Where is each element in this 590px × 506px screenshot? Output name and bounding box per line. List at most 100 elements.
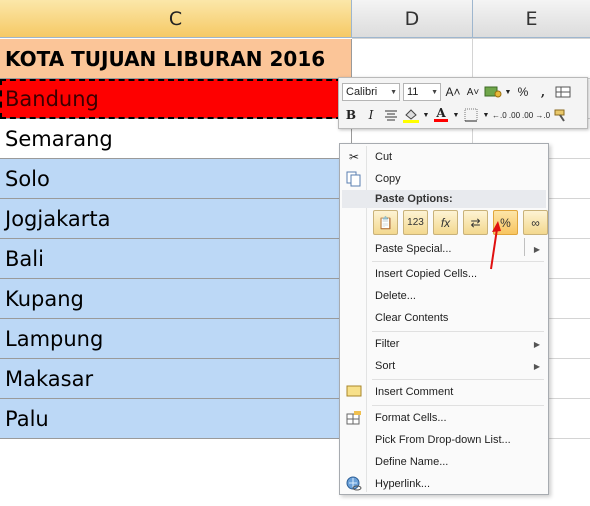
font-color-button[interactable]: A xyxy=(432,106,450,124)
menu-item-label: Filter xyxy=(375,338,400,350)
column-header-d[interactable]: D xyxy=(352,0,473,38)
menu-item-label: Hyperlink... xyxy=(375,478,431,490)
paste-icon[interactable]: 📋 xyxy=(373,210,398,235)
menu-item-filter[interactable]: Filter ▶ xyxy=(342,333,546,355)
city-cell[interactable]: Solo xyxy=(0,159,352,199)
menu-item-paste-special[interactable]: Paste Special... ▶ xyxy=(342,238,546,260)
align-center-icon xyxy=(385,110,397,121)
column-header-c[interactable]: C xyxy=(0,0,352,38)
align-center-button[interactable] xyxy=(382,106,400,124)
menu-item-label: Format Cells... xyxy=(375,412,447,424)
accounting-format-button[interactable] xyxy=(484,83,502,101)
chevron-down-icon[interactable]: ▼ xyxy=(452,106,460,124)
borders-icon xyxy=(464,108,478,122)
menu-item-insert-comment[interactable]: Insert Comment xyxy=(342,381,546,403)
format-grid-icon xyxy=(555,86,571,98)
city-cell[interactable]: Bandung xyxy=(0,79,352,119)
menu-item-label: Copy xyxy=(375,173,401,185)
grow-font-icon: A˄ xyxy=(445,85,461,99)
comment-icon xyxy=(345,383,363,401)
menu-item-label: Define Name... xyxy=(375,456,449,468)
scissors-icon: ✂ xyxy=(348,150,360,164)
menu-item-label: Delete... xyxy=(375,290,416,302)
column-header-e[interactable]: E xyxy=(473,0,590,38)
menu-item-cut[interactable]: ✂ Cut xyxy=(342,146,546,168)
menu-item-hyperlink[interactable]: Hyperlink... xyxy=(342,473,546,495)
menu-item-label: Clear Contents xyxy=(375,312,449,324)
format-cells-icon xyxy=(345,409,363,427)
font-color-icon: A xyxy=(436,106,446,120)
menu-item-format-cells[interactable]: Format Cells... xyxy=(342,407,546,429)
menu-item-label: Sort xyxy=(375,360,396,372)
city-cell[interactable]: Makasar xyxy=(0,359,352,399)
menu-separator xyxy=(372,379,544,380)
red-arrow-icon xyxy=(490,221,501,270)
paintbrush-icon xyxy=(554,109,565,122)
font-size-value: 11 xyxy=(407,86,419,98)
chevron-down-icon: ▼ xyxy=(390,88,397,96)
paste-options-icons: 📋 123 fx ⇄% ∞ xyxy=(373,210,553,236)
menu-item-label: Cut xyxy=(375,151,393,163)
accounting-icon xyxy=(484,86,502,98)
shrink-font-button[interactable]: A˅ xyxy=(464,83,482,101)
decrease-decimal-icon: .00 →.0 xyxy=(522,110,551,120)
context-menu: ✂ Cut Copy Paste Options: 📋 123 fx ⇄% ∞ Past… xyxy=(339,143,549,495)
menu-separator xyxy=(372,331,544,332)
values-icon[interactable]: 123 xyxy=(403,210,428,235)
paste-link-icon[interactable]: ∞ xyxy=(523,210,548,235)
city-cell[interactable]: Palu xyxy=(0,399,352,439)
table-title-cell[interactable]: KOTA TUJUAN LIBURAN 2016 xyxy=(0,39,352,79)
chevron-down-icon[interactable]: ▼ xyxy=(422,106,430,124)
menu-item-define-name[interactable]: Define Name... xyxy=(342,451,546,473)
city-cell[interactable]: Bali xyxy=(0,239,352,279)
shrink-font-icon: A˅ xyxy=(466,86,480,98)
font-color-swatch xyxy=(434,119,448,122)
menu-item-clear-contents[interactable]: Clear Contents xyxy=(342,307,546,329)
chevron-down-icon: ▼ xyxy=(431,88,438,96)
comma-style-button[interactable]: , xyxy=(534,83,552,101)
formulas-icon[interactable]: fx xyxy=(433,210,458,235)
copy-icon xyxy=(345,170,363,188)
column-header-label: D xyxy=(404,7,420,30)
column-header-label: C xyxy=(168,7,183,30)
chevron-down-icon[interactable]: ▼ xyxy=(482,106,490,124)
decrease-decimal-button[interactable]: .00 →.0 xyxy=(522,106,550,124)
font-name-select[interactable]: Calibri ▼ xyxy=(342,83,400,101)
city-cell[interactable]: Lampung xyxy=(0,319,352,359)
italic-button[interactable]: I xyxy=(362,106,380,124)
menu-item-label: Paste Special... xyxy=(375,243,452,255)
mini-toolbar: Calibri▼ 11▼ A˄ A˅ ▼ % , B I ▼ A ▼ ▼ ← xyxy=(338,77,588,129)
city-cell[interactable]: Jogjakarta xyxy=(0,199,352,239)
italic-icon: I xyxy=(368,108,374,122)
comma-icon: , xyxy=(540,85,546,99)
menu-item-pick-from-dropdown[interactable]: Pick From Drop-down List... xyxy=(342,429,546,451)
menu-separator xyxy=(372,405,544,406)
menu-item-sort[interactable]: Sort ▶ xyxy=(342,355,546,377)
split-divider xyxy=(524,238,525,256)
percent-style-button[interactable]: % xyxy=(514,83,532,101)
grow-font-button[interactable]: A˄ xyxy=(444,83,462,101)
column-header-label: E xyxy=(525,7,538,30)
submenu-arrow-icon: ▶ xyxy=(533,244,540,254)
font-name-value: Calibri xyxy=(346,86,378,98)
menu-separator xyxy=(372,261,544,262)
percent-icon: % xyxy=(517,85,529,99)
format-painter-button[interactable] xyxy=(552,106,570,124)
city-cell[interactable]: Kupang xyxy=(0,279,352,319)
menu-item-copy[interactable]: Copy xyxy=(342,168,546,190)
gridline xyxy=(352,38,590,39)
increase-decimal-button[interactable]: ←.0 .00 xyxy=(492,106,520,124)
city-cell[interactable]: Semarang xyxy=(0,119,352,159)
menu-item-label: Pick From Drop-down List... xyxy=(375,434,511,446)
menu-item-delete[interactable]: Delete... xyxy=(342,285,546,307)
hyperlink-icon xyxy=(345,475,363,493)
bold-button[interactable]: B xyxy=(342,106,360,124)
fill-color-icon xyxy=(403,109,419,123)
format-painter-button[interactable] xyxy=(554,83,572,101)
fill-color-button[interactable] xyxy=(402,106,420,124)
chevron-down-icon[interactable]: ▼ xyxy=(504,83,512,101)
bold-icon: B xyxy=(345,108,357,122)
menu-item-insert-copied-cells[interactable]: Insert Copied Cells... xyxy=(342,263,546,285)
font-size-select[interactable]: 11 ▼ xyxy=(403,83,441,101)
borders-button[interactable] xyxy=(462,106,480,124)
